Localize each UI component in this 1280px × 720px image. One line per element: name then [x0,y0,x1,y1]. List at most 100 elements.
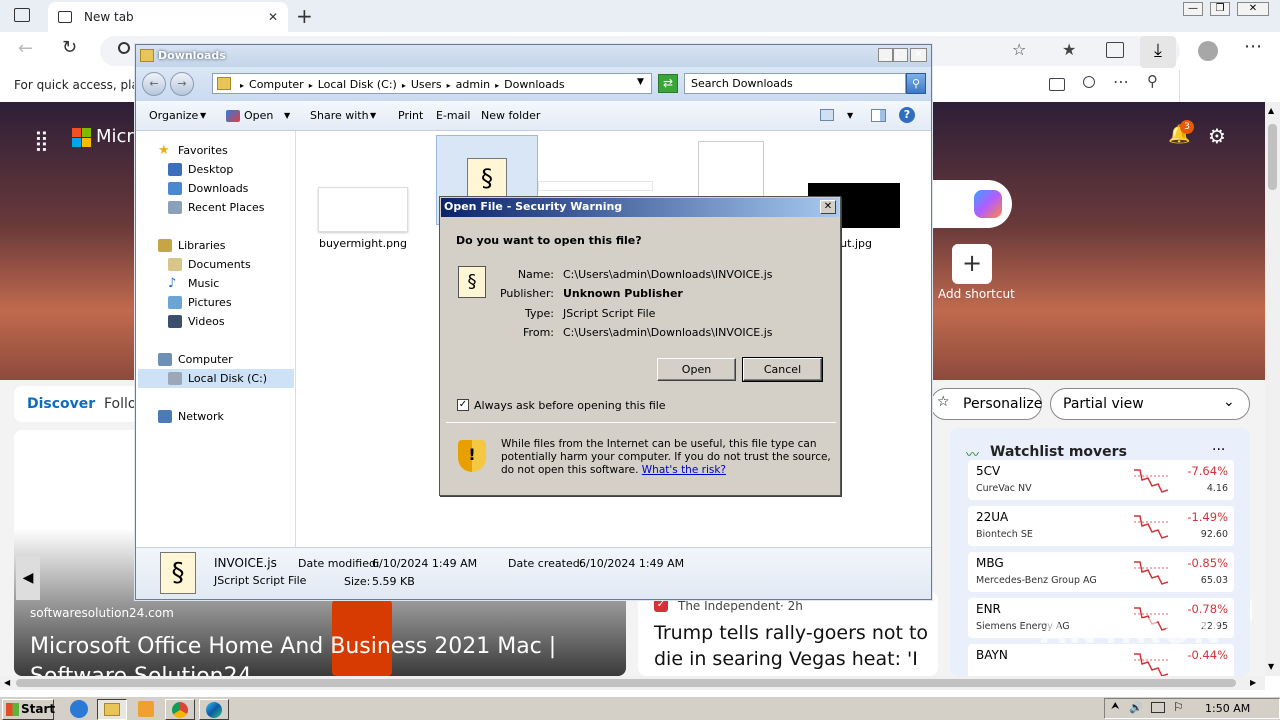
watchlist-row[interactable]: 22UA Biontech SE -1.49% 92.60 [968,506,1234,546]
personalize-button[interactable]: ☆ Personalize [930,388,1042,420]
refresh-arrows-icon[interactable]: ⇄ [658,74,678,93]
more-options-icon[interactable]: ⋯ [1113,72,1129,91]
ie-icon[interactable] [70,700,88,718]
add-shortcut-button[interactable]: + [952,244,992,284]
collections-icon[interactable] [1106,42,1124,58]
nav-local-disk[interactable]: Local Disk (C:) [138,369,294,388]
media-player-icon[interactable] [138,701,154,717]
browser-tab[interactable]: New tab ✕ [48,2,288,32]
scroll-up-icon[interactable]: ▲ [1268,106,1274,115]
open-button[interactable]: Open [657,358,736,381]
edge-taskbar-button[interactable] [199,699,229,720]
open-folder-icon[interactable] [1049,78,1065,91]
new-tab-button[interactable]: + [296,4,313,28]
explorer-minimize-button[interactable]: _ [878,48,893,62]
cancel-button[interactable]: Cancel [742,357,823,382]
scroll-right-icon[interactable]: ▶ [1250,678,1256,687]
watchlist-row[interactable]: MBG Mercedes-Benz Group AG -0.85% 65.03 [968,552,1234,592]
start-button[interactable]: Start [2,699,55,720]
scroll-thumb[interactable] [1268,124,1277,190]
view-select[interactable]: Partial view ⌄ [1050,388,1250,420]
downloads-icon[interactable]: ⤓ [1140,36,1176,68]
copilot-button[interactable] [932,180,1012,228]
breadcrumb-item[interactable]: Local Disk (C:) [318,78,397,91]
print-button[interactable]: Print [398,109,423,122]
breadcrumb-dropdown-icon[interactable]: ▼ [637,77,644,87]
tab-actions-icon[interactable] [14,8,30,22]
search-downloads-icon[interactable] [1083,76,1095,88]
breadcrumb-separator-icon[interactable]: ▸ [495,81,499,90]
profile-avatar[interactable] [1198,41,1218,61]
nav-music[interactable]: ♪ Music [168,274,219,293]
explorer-taskbar-button[interactable] [97,699,127,720]
horizontal-scrollbar[interactable]: ◀ ▶ [0,676,1265,690]
new-folder-button[interactable]: New folder [481,109,540,122]
favorites-icon[interactable]: ★ [1062,40,1076,59]
help-icon[interactable]: ? [899,107,915,123]
breadcrumb-item[interactable]: Computer [249,78,304,91]
news-headline[interactable]: Trump tells rally-goers not to die in se… [654,620,930,672]
explorer-close-button[interactable]: ✕ [910,48,927,62]
breadcrumb-separator-icon[interactable]: ▸ [240,81,244,90]
breadcrumb-item[interactable]: admin [456,78,490,91]
nav-favorites[interactable]: ★ Favorites [158,141,228,160]
back-icon[interactable]: ← [18,38,33,59]
nav-libraries[interactable]: Libraries [158,236,226,255]
volume-icon[interactable]: 🔊 [1129,701,1143,714]
close-tab-icon[interactable]: ✕ [268,10,278,24]
nav-recent[interactable]: Recent Places [168,198,265,217]
organize-menu[interactable]: Organize [149,109,198,122]
chrome-taskbar-button[interactable] [165,699,195,720]
file-thumbnail[interactable] [538,181,653,191]
share-with-menu[interactable]: Share with [310,109,369,122]
breadcrumb-separator-icon[interactable]: ▸ [447,81,451,90]
apps-grid-icon[interactable]: ⣿ [34,128,50,152]
hscroll-thumb[interactable] [16,679,1236,687]
risk-link[interactable]: What's the risk? [642,464,726,476]
clock[interactable]: 1:50 AM [1205,702,1250,715]
maximize-button[interactable]: ❐ [1210,2,1230,16]
refresh-icon[interactable]: ↻ [62,37,77,58]
search-box[interactable]: Search Downloads [684,73,906,94]
nav-computer[interactable]: Computer [158,350,233,369]
nav-documents[interactable]: Documents [168,255,251,274]
view-icon[interactable] [820,109,834,121]
forward-arrow-icon[interactable]: → [170,72,194,96]
dialog-close-button[interactable]: ✕ [820,200,836,214]
preview-pane-icon[interactable] [871,109,886,122]
news-card[interactable]: ✓ The Independent · 2h Trump tells rally… [638,592,938,676]
file-item[interactable]: buyermight.png [298,135,408,255]
add-favorite-icon[interactable]: ☆ [1012,40,1026,59]
breadcrumb[interactable]: ▸ Computer ▸ Local Disk (C:) ▸ Users ▸ admin ▸ Do… [212,73,652,94]
scroll-down-icon[interactable]: ▼ [1268,662,1274,671]
share-chevron-icon[interactable]: ▼ [370,111,376,120]
breadcrumb-item[interactable]: Users [411,78,442,91]
vertical-scrollbar[interactable]: ▲ ▼ [1265,102,1280,676]
breadcrumb-separator-icon[interactable]: ▸ [402,81,406,90]
action-center-flag-icon[interactable]: ⚐ [1173,700,1184,714]
nav-videos[interactable]: Videos [168,312,225,331]
minimize-button[interactable]: — [1183,2,1203,16]
explorer-maximize-button[interactable]: □ [893,48,908,62]
nav-downloads[interactable]: Downloads [168,179,248,198]
search-go-icon[interactable]: ⚲ [906,73,926,94]
breadcrumb-item[interactable]: Downloads [504,78,564,91]
always-ask-checkbox[interactable]: ✓ [457,399,469,411]
watchlist-row[interactable]: 5CV CureVac NV -7.64% 4.16 [968,460,1234,500]
carousel-prev-icon[interactable]: ◀ [16,556,40,600]
nav-network[interactable]: Network [158,407,224,426]
tab-following[interactable]: Follo [104,396,136,412]
tray-expand-icon[interactable]: ⮝ [1111,701,1120,712]
organize-chevron-icon[interactable]: ▼ [200,111,206,120]
view-chevron-icon[interactable]: ▼ [847,111,853,120]
more-icon[interactable]: ⋯ [1244,36,1262,57]
breadcrumb-separator-icon[interactable]: ▸ [309,81,313,90]
tab-discover[interactable]: Discover [27,396,95,412]
pin-icon[interactable]: ⚲ [1147,72,1158,90]
blank-file-icon[interactable] [698,141,764,201]
scroll-left-icon[interactable]: ◀ [4,678,10,687]
nav-pictures[interactable]: Pictures [168,293,232,312]
back-arrow-icon[interactable]: ← [142,72,166,96]
settings-gear-icon[interactable]: ⚙ [1208,124,1226,148]
watchlist-more-icon[interactable]: ··· [1212,442,1225,458]
